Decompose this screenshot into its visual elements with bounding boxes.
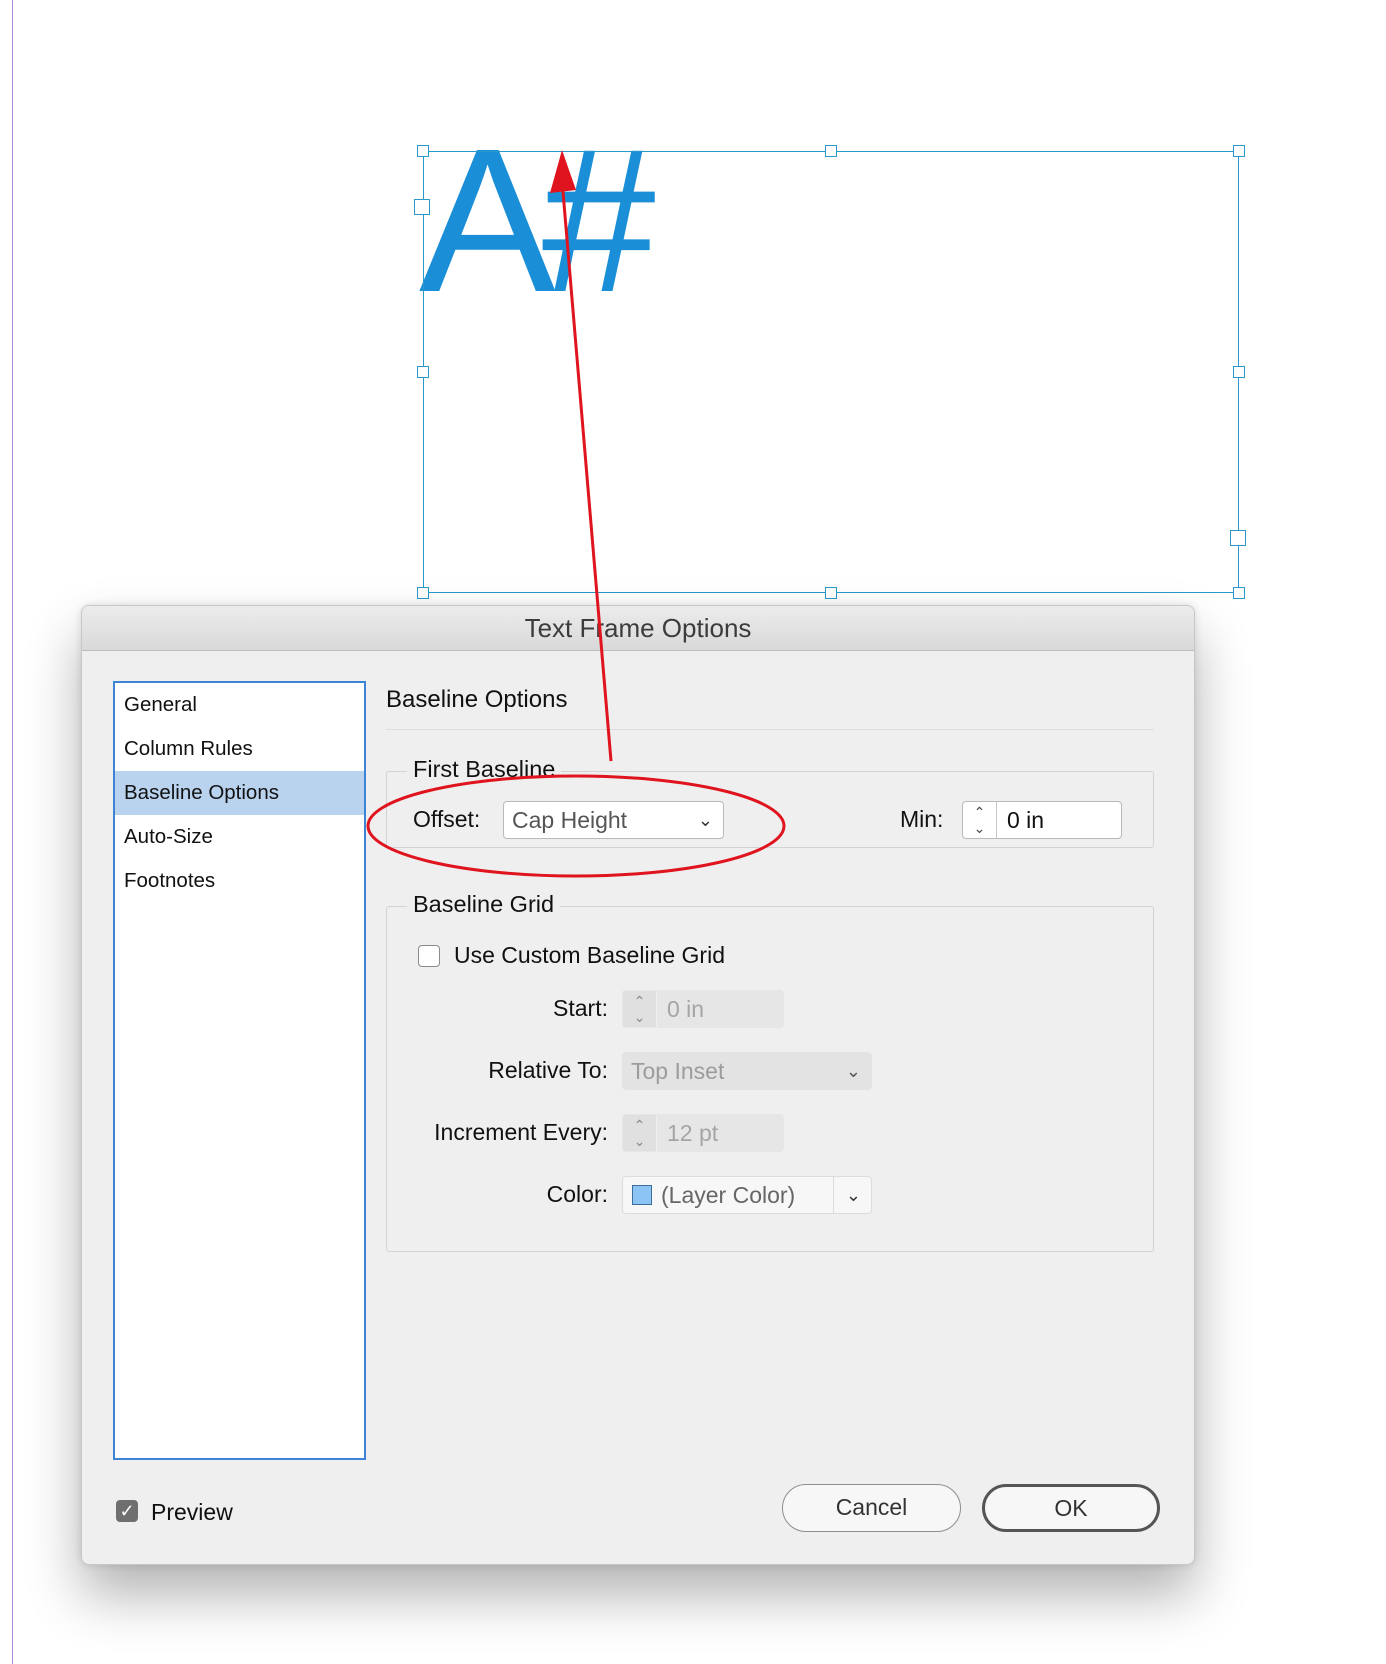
color-swatch-icon (632, 1185, 652, 1205)
dialog-title: Text Frame Options (82, 606, 1194, 651)
frame-handle-bottom-left[interactable] (417, 587, 429, 599)
baseline-grid-label: Baseline Grid (407, 891, 561, 918)
frame-handle-top-right[interactable] (1233, 145, 1245, 157)
sidebar-item-footnotes[interactable]: Footnotes (115, 859, 364, 903)
sidebar-item-baseline-options[interactable]: Baseline Options (115, 771, 364, 815)
color-select-divider (833, 1177, 834, 1213)
frame-handle-bottom-center[interactable] (825, 587, 837, 599)
use-custom-baseline-grid-label[interactable]: Use Custom Baseline Grid (454, 942, 725, 969)
frame-handle-bottom-right[interactable] (1233, 587, 1245, 599)
frame-handle-middle-right[interactable] (1233, 366, 1245, 378)
sidebar-item-general[interactable]: General (115, 683, 364, 727)
frame-handle-top-left[interactable] (417, 145, 429, 157)
section-title: Baseline Options (386, 686, 568, 713)
start-value: 0 in (667, 996, 705, 1022)
frame-handle-top-center[interactable] (825, 145, 837, 157)
chevron-down-icon: ⌄ (697, 810, 713, 830)
chevron-down-icon: ⌄ (845, 1061, 861, 1081)
increment-every-value: 12 pt (667, 1120, 719, 1146)
section-divider (386, 729, 1154, 730)
min-label: Min: (900, 806, 944, 832)
min-value: 0 in (1007, 807, 1045, 833)
color-value: (Layer Color) (661, 1182, 796, 1208)
start-stepper[interactable]: ⌃ ⌄ 0 in (622, 990, 784, 1028)
offset-label: Offset: (413, 806, 481, 832)
relative-to-select[interactable]: Top Inset ⌄ (622, 1052, 872, 1090)
cancel-button[interactable]: Cancel (782, 1484, 961, 1532)
text-frame[interactable] (423, 151, 1239, 593)
min-stepper[interactable]: ⌃ ⌄ 0 in (962, 801, 1122, 839)
color-select[interactable]: (Layer Color) ⌄ (622, 1176, 872, 1214)
ok-button[interactable]: OK (982, 1484, 1160, 1532)
frame-handle-in-port[interactable] (414, 199, 430, 215)
stepper-arrows-icon[interactable]: ⌃ ⌄ (623, 1115, 657, 1151)
margin-guide (12, 0, 13, 1664)
preview-label[interactable]: Preview (151, 1499, 233, 1526)
text-frame-options-dialog: Text Frame Options General Column Rules … (81, 605, 1195, 1565)
sidebar-item-auto-size[interactable]: Auto-Size (115, 815, 364, 859)
relative-to-value: Top Inset (631, 1058, 725, 1084)
category-list: General Column Rules Baseline Options Au… (113, 681, 366, 1460)
offset-select[interactable]: Cap Height ⌄ (503, 801, 724, 839)
stepper-arrows-icon[interactable]: ⌃ ⌄ (963, 802, 997, 838)
first-baseline-label: First Baseline (407, 756, 562, 783)
color-label: Color: (546, 1181, 608, 1207)
increment-every-stepper[interactable]: ⌃ ⌄ 12 pt (622, 1114, 784, 1152)
frame-handle-out-port[interactable] (1230, 530, 1246, 546)
preview-checkbox[interactable]: ✓ (116, 1500, 138, 1522)
frame-handle-middle-left[interactable] (417, 366, 429, 378)
offset-value: Cap Height (512, 807, 628, 833)
relative-to-label: Relative To: (488, 1057, 608, 1083)
sidebar-item-column-rules[interactable]: Column Rules (115, 727, 364, 771)
stepper-arrows-icon[interactable]: ⌃ ⌄ (623, 991, 657, 1027)
increment-every-label: Increment Every: (434, 1119, 608, 1145)
start-label: Start: (553, 995, 608, 1021)
use-custom-baseline-grid-checkbox[interactable] (418, 945, 440, 967)
chevron-down-icon: ⌄ (845, 1185, 861, 1205)
